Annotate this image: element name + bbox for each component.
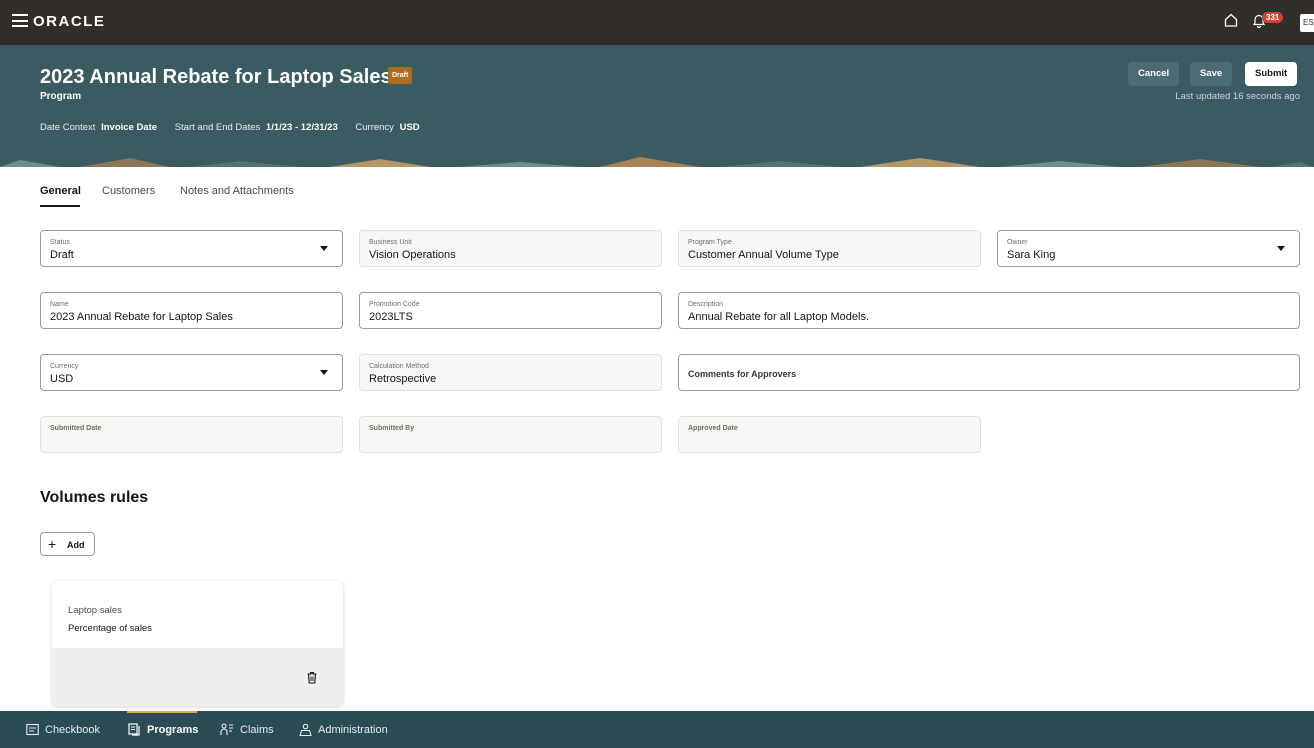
oracle-logo: ORACLE (33, 13, 106, 30)
administration-icon (299, 723, 312, 737)
home-icon[interactable] (1224, 13, 1238, 32)
bottom-navigation: Checkbook Programs Claims Administration (0, 711, 1314, 748)
active-tab-indicator (40, 205, 80, 207)
approved-date-field: Approved Date (678, 416, 981, 453)
nav-item-label: Claims (240, 724, 274, 736)
chevron-down-icon (320, 370, 328, 375)
trash-icon[interactable] (306, 671, 318, 689)
owner-select[interactable]: Owner Sara King (997, 230, 1300, 267)
description-value: Annual Rebate for all Laptop Models. (688, 311, 870, 323)
header-metadata: Date Context Invoice Date Start and End … (40, 122, 435, 133)
active-nav-indicator (127, 711, 197, 713)
submitted-by-field: Submitted By (359, 416, 662, 453)
status-select[interactable]: Status Draft (40, 230, 343, 267)
dates-value: 1/1/23 - 12/31/23 (265, 122, 338, 133)
submitted-date-label: Submitted Date (50, 425, 102, 432)
promotion-code-input[interactable]: Promotion Code 2023LTS (359, 292, 662, 329)
page-title: 2023 Annual Rebate for Laptop Sales (40, 66, 392, 88)
description-label: Description (688, 301, 724, 308)
status-label: Status (50, 239, 70, 246)
volume-rule-card[interactable]: Laptop sales Percentage of sales (52, 581, 343, 706)
currency-label: Currency (355, 122, 394, 133)
program-type-field: Program Type Customer Annual Volume Type (678, 230, 981, 267)
nav-item-claims[interactable]: Claims (220, 723, 274, 736)
tab-notes-and-attachments[interactable]: Notes and Attachments (180, 185, 294, 197)
nav-item-administration[interactable]: Administration (299, 723, 388, 737)
calculation-method-value: Retrospective (369, 373, 437, 385)
promotion-code-label: Promotion Code (369, 301, 420, 308)
add-label: Add (67, 540, 85, 550)
program-type-value: Customer Annual Volume Type (688, 249, 839, 261)
volume-rule-subtitle: Percentage of sales (68, 623, 152, 634)
chevron-down-icon (320, 246, 328, 251)
submit-button[interactable]: Submit (1245, 62, 1298, 86)
currency-select[interactable]: Currency USD (40, 354, 343, 391)
date-context-label: Date Context (40, 122, 96, 133)
cancel-button[interactable]: Cancel (1128, 62, 1180, 86)
add-volume-rule-button[interactable]: + Add (40, 532, 95, 556)
submitted-by-label: Submitted By (369, 425, 415, 432)
status-value: Draft (50, 249, 74, 261)
comments-for-approvers-label: Comments for Approvers (688, 369, 797, 379)
volume-rule-title: Laptop sales (68, 605, 122, 616)
approved-date-label: Approved Date (688, 425, 738, 432)
page-subtitle: Program (40, 91, 82, 102)
nav-item-label: Programs (147, 724, 199, 736)
business-unit-label: Business Unit (369, 239, 412, 246)
currency-value: USD (399, 122, 420, 133)
dates-label: Start and End Dates (174, 122, 261, 133)
checkbook-icon (26, 723, 39, 736)
program-type-label: Program Type (688, 239, 732, 246)
save-button[interactable]: Save (1190, 62, 1233, 86)
name-label: Name (50, 301, 69, 308)
notification-count-badge: 331 (1262, 12, 1284, 23)
description-input[interactable]: Description Annual Rebate for all Laptop… (678, 292, 1300, 329)
calculation-method-label: Calculation Method (369, 363, 429, 370)
calculation-method-field: Calculation Method Retrospective (359, 354, 662, 391)
claims-icon (220, 723, 233, 735)
business-unit-value: Vision Operations (369, 249, 456, 261)
submitted-date-field: Submitted Date (40, 416, 343, 453)
name-value: 2023 Annual Rebate for Laptop Sales (50, 311, 233, 323)
currency-field-value: USD (50, 373, 74, 385)
nav-item-checkbook[interactable]: Checkbook (26, 723, 100, 736)
name-input[interactable]: Name 2023 Annual Rebate for Laptop Sales (40, 292, 343, 329)
tab-general[interactable]: General (40, 185, 81, 197)
business-unit-field: Business Unit Vision Operations (359, 230, 662, 267)
nav-item-label: Checkbook (45, 724, 101, 736)
status-badge: Draft (388, 67, 413, 84)
last-updated-text: Last updated 16 seconds ago (1175, 91, 1300, 102)
currency-field-label: Currency (50, 363, 79, 370)
nav-item-programs[interactable]: Programs (128, 723, 198, 736)
user-avatar[interactable]: ES (1300, 14, 1314, 32)
global-header: ORACLE 331 ES (0, 0, 1314, 45)
programs-icon (128, 723, 140, 736)
page-header: 2023 Annual Rebate for Laptop Sales Draf… (0, 45, 1314, 167)
owner-value: Sara King (1007, 249, 1056, 261)
header-decoration (0, 156, 1314, 167)
promotion-code-value: 2023LTS (369, 311, 413, 323)
tab-customers[interactable]: Customers (102, 185, 155, 197)
comments-for-approvers-input[interactable]: Comments for Approvers (678, 354, 1300, 391)
nav-item-label: Administration (318, 724, 388, 736)
owner-label: Owner (1007, 239, 1028, 246)
date-context-value: Invoice Date (101, 122, 158, 133)
volume-rule-card-footer (52, 648, 343, 706)
plus-icon: + (48, 536, 57, 552)
hamburger-menu-icon[interactable] (12, 14, 28, 27)
chevron-down-icon (1277, 246, 1285, 251)
volumes-rules-heading: Volumes rules (40, 489, 149, 506)
